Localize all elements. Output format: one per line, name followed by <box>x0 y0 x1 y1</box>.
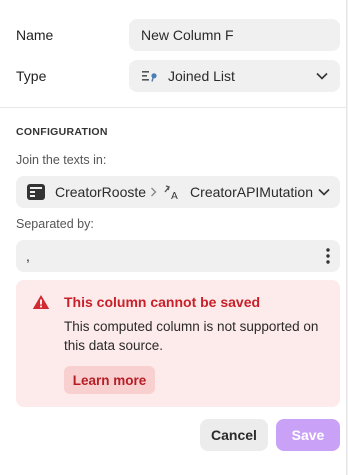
chevron-right-icon <box>150 187 157 197</box>
type-select-value: Joined List <box>168 68 235 84</box>
column-editor-panel: Name New Column F Type Joined List CONFI… <box>0 0 347 475</box>
name-input[interactable]: New Column F <box>129 19 340 51</box>
separator-input[interactable]: , <box>16 240 340 272</box>
chevron-down-icon <box>316 72 328 80</box>
joined-list-icon <box>141 69 159 83</box>
error-message: This computed column is not supported on… <box>64 319 319 353</box>
cancel-button[interactable]: Cancel <box>200 419 268 451</box>
configuration-heading: CONFIGURATION <box>16 126 108 138</box>
separated-label: Separated by: <box>16 217 94 231</box>
chevron-down-icon <box>318 188 330 196</box>
error-title: This column cannot be saved <box>64 294 261 310</box>
name-input-value: New Column F <box>141 27 234 43</box>
error-alert: This column cannot be saved This compute… <box>16 280 340 407</box>
warning-icon <box>32 294 50 310</box>
type-select[interactable]: Joined List <box>129 60 340 92</box>
learn-more-button[interactable]: Learn more <box>64 366 155 394</box>
join-source-select[interactable]: CreatorRooste A CreatorAPIMutation <box>16 176 340 208</box>
separator-value: , <box>26 248 30 264</box>
join-label: Join the texts in: <box>16 153 107 167</box>
type-label: Type <box>16 68 47 84</box>
join-source-name: CreatorRooste <box>55 184 147 200</box>
save-button[interactable]: Save <box>276 419 340 451</box>
more-vertical-icon[interactable] <box>326 248 330 264</box>
svg-text:A: A <box>171 191 178 200</box>
table-icon <box>26 183 46 201</box>
divider <box>0 107 347 108</box>
join-target-name: CreatorAPIMutation <box>190 184 313 200</box>
name-label: Name <box>16 27 54 43</box>
text-column-icon: A <box>163 184 181 200</box>
